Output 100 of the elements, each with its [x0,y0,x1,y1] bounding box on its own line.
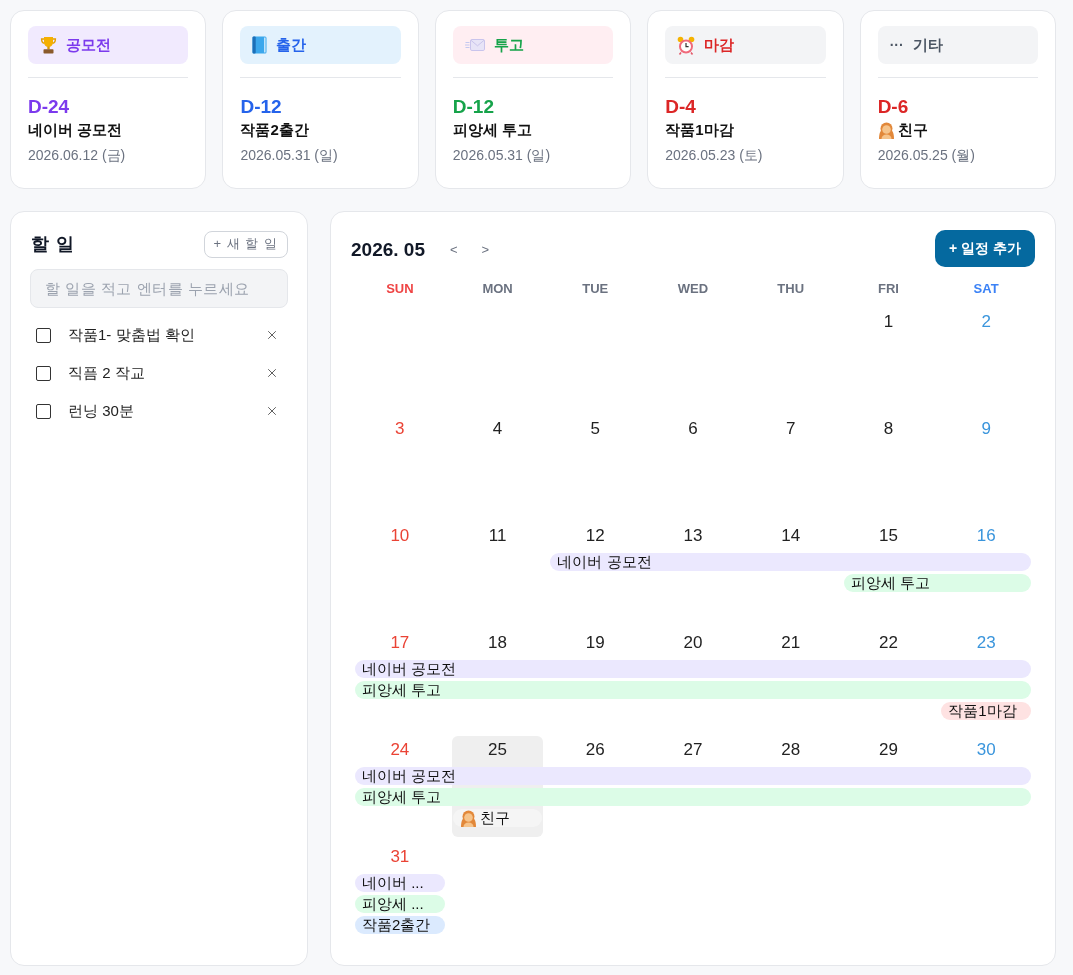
day-number: 6 [688,419,698,439]
event-title: 작품2출간 [240,120,309,140]
day-number: 1 [883,312,894,332]
weekday-label: WED [676,280,710,296]
event-title: 친구 [479,809,510,827]
category-label: 출간 [276,35,307,55]
day-number: 17 [390,633,410,653]
event-bar[interactable]: 피앙세 ... [355,895,445,913]
day-number: 24 [390,740,410,760]
day-number: 14 [781,526,801,546]
category-label: 공모전 [66,35,111,55]
todo-text: 런닝 30분 [68,401,135,421]
month-title: 2026. 05 [351,238,425,261]
new-todo-button[interactable]: + 새 할 일 [203,230,288,258]
day-number: 23 [976,633,996,653]
event-title: 작품1마감 [665,120,734,140]
event-bar[interactable]: 작품2출간 [355,916,445,934]
event-bar[interactable]: 네이버 공모전 [550,553,1031,571]
day-number: 27 [683,740,703,760]
close-icon [265,328,279,342]
category-label: 투고 [493,35,524,55]
todo-input[interactable]: 할 일을 적고 엔터를 누르세요 [30,269,288,308]
event-date: 2026.05.23 (토) [665,146,764,165]
todo-text: 작품1- 맞춤법 확인 [68,325,196,345]
day-number: 18 [488,633,507,653]
dday-count: D-12 [240,95,283,119]
dday-count: D-4 [665,95,697,119]
day-number: 19 [585,633,605,653]
day-number: 11 [488,526,507,546]
day-number: 29 [878,740,898,760]
checkbox[interactable] [36,403,51,419]
day-number: 21 [781,633,801,653]
category-label: 기타 [912,35,943,55]
event-title: 네이버 공모전 [557,553,652,571]
event-title: 친구 [897,120,928,140]
checkbox[interactable] [36,327,51,343]
checkbox[interactable] [36,365,51,381]
event-bar[interactable]: 피앙세 투고 [355,681,1031,699]
day-number: 28 [781,740,801,760]
day-number: 22 [878,633,898,653]
event-title: 피앙세 투고 [452,120,532,140]
event-date: 2026.05.31 (일) [240,146,339,165]
weekday-label: SAT [972,280,1000,296]
event-title: 피앙세 투고 [362,681,442,699]
next-month-button[interactable]: > [469,240,502,257]
event-bar[interactable]: 피앙세 투고 [843,574,1031,592]
event-title: 피앙세 투고 [850,574,930,592]
category-label: 마감 [704,35,735,55]
event-title: 피앙세 ... [362,895,424,913]
alarm-clock-icon [677,35,696,55]
day-number: 5 [590,419,600,439]
event-bar[interactable]: 네이버 ... [355,874,445,892]
book-icon [252,36,268,54]
add-event-button[interactable]: + 일정 추가 [935,230,1035,267]
day-number: 3 [395,419,405,439]
event-title: 네이버 공모전 [362,660,457,678]
weekday-label: SUN [385,280,415,296]
todo-title: 할 일 [30,233,75,256]
day-number: 26 [585,740,605,760]
day-number: 10 [390,526,410,546]
previous-month-button[interactable]: < [437,240,470,257]
day-number: 16 [976,526,996,546]
day-number: 9 [981,419,991,439]
dday-count: D-12 [452,95,495,119]
weekday-label: MON [481,280,514,296]
day-number: 13 [683,526,703,546]
event-date: 2026.05.31 (일) [452,146,552,165]
day-number: 20 [683,633,703,653]
event-title: 피앙세 투고 [362,788,442,806]
weekday-label: TUE [581,280,610,296]
weekday-label: FRI [876,280,900,296]
event-bar[interactable]: 피앙세 투고 [355,788,1031,806]
event-bar[interactable]: 네이버 공모전 [355,660,1031,678]
day-number: 7 [785,419,796,439]
weekday-label: THU [776,280,806,296]
dday-count: D-24 [28,95,71,119]
day-number: 30 [976,740,996,760]
day-number: 31 [390,847,410,867]
day-number: 4 [492,419,503,439]
envelope-icon [464,38,485,52]
trophy-icon [40,36,57,54]
close-icon [265,366,279,380]
event-date: 2026.05.25 (월) [877,146,976,165]
event-date: 2026.06.12 (금) [28,146,127,165]
event-bar[interactable]: 작품1마감 [941,702,1031,720]
day-number: 25 [488,740,507,760]
more-symbol: ··· [889,37,904,53]
day-number: 8 [883,419,894,439]
day-number: 15 [878,526,898,546]
event-title: 네이버 ... [362,874,424,892]
event-title: 작품2출간 [362,916,431,934]
dday-count: D-6 [877,95,910,119]
event-bar[interactable]: 네이버 공모전 [355,767,1031,785]
todo-text: 직픔 2 작교 [68,363,146,383]
event-title: 네이버 공모전 [28,120,123,140]
day-number: 2 [981,312,991,332]
day-number: 12 [585,526,605,546]
event-bar[interactable]: 친구 [452,809,543,827]
event-title: 작품1마감 [948,702,1017,720]
close-icon [265,404,279,418]
